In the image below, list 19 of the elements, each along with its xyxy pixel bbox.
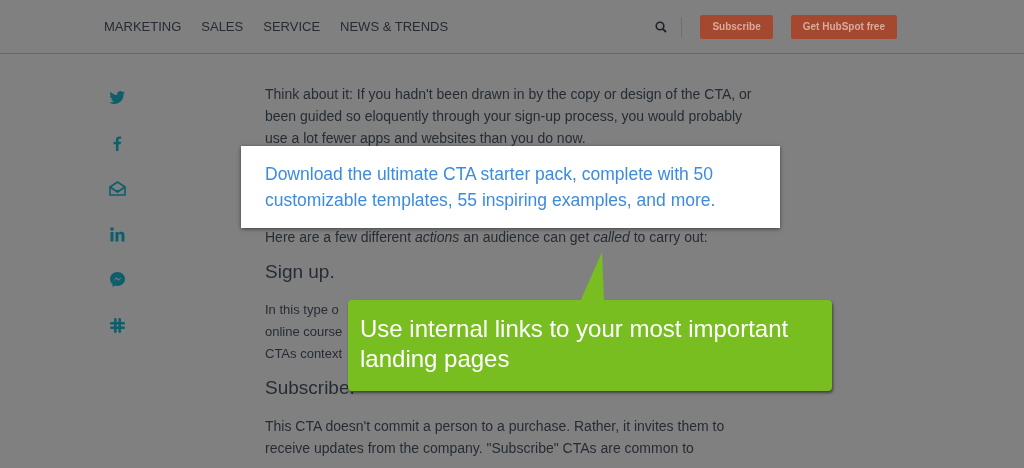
nav-link[interactable]: SALES [201,19,244,34]
cta-link[interactable]: Download the ultimate CTA starter pack, complete with 50 customizable templates, 55 inspiring examples, and more. [265,161,716,213]
letters-in-icon[interactable] [109,225,126,243]
hash-icon[interactable] [109,316,126,334]
search-icon[interactable] [655,20,668,33]
paragraph: Here are a few different actions an audience can get called to carry out: [265,228,708,247]
paragraph: Think about it: If you hadn't been drawn in by the copy or design of the CTA, or been guided so eloquently through your sign-up process, you would probably use a lot fewer apps and websites than you do now. [265,85,752,148]
nav-link[interactable]: MARKETING [104,19,182,34]
subscribe-button[interactable]: Subscribe [700,14,773,39]
paragraph: In this type o online course CTAs context [265,301,343,363]
nav-link[interactable]: NEWS & TRENDS [340,19,449,34]
callout-box: Use internal links to your most important landing pages [348,300,832,391]
nav-link[interactable]: SERVICE [263,19,321,34]
paragraph: This CTA doesn't commit a person to a purchase. Rather, it invites them to receive updates from the company. "Subscribe" CTAs are common to [265,417,725,458]
bird-icon[interactable] [109,89,126,106]
envelope-icon[interactable] [109,180,126,197]
get-started-button[interactable]: Get HubSpot free [790,14,897,39]
chat-bubble-icon[interactable] [109,271,126,288]
section-heading: Sign up. [265,260,336,284]
